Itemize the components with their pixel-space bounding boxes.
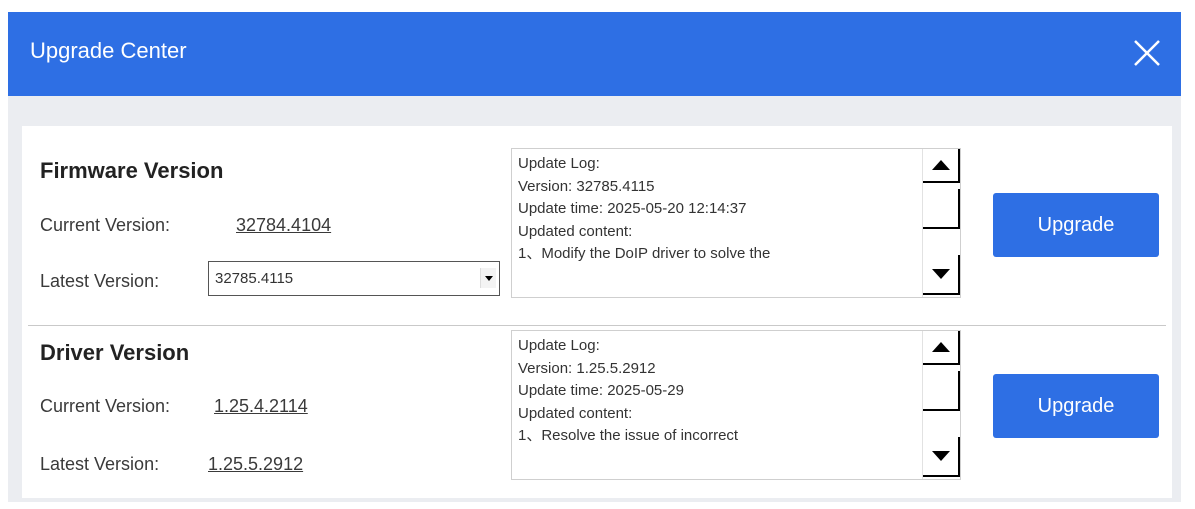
- firmware-log-scrollbar[interactable]: [922, 149, 960, 297]
- log-line: Update time: 2025-05-20 12:14:37: [518, 200, 747, 217]
- log-line: 1、Modify the DoIP driver to solve the: [518, 245, 771, 262]
- firmware-log-lines: Update Log: Version: 32785.4115 Update t…: [518, 153, 770, 266]
- log-line: Version: 1.25.5.2912: [518, 359, 656, 377]
- firmware-title: Firmware Version: [40, 158, 224, 183]
- driver-log-lines: Update Log: Version: 1.25.5.2912 Update …: [518, 335, 738, 448]
- chevron-down-icon[interactable]: [480, 268, 496, 288]
- driver-section: Driver Version Current Version: 1.25.4.2…: [22, 316, 1172, 486]
- close-icon: [1134, 40, 1160, 66]
- scroll-thumb[interactable]: [923, 189, 960, 229]
- firmware-latest-selected: 32785.4115: [215, 270, 294, 287]
- scroll-up-arrow-icon[interactable]: [923, 331, 960, 365]
- log-line: Update Log:: [518, 155, 600, 172]
- upgrade-center-dialog: Upgrade Center Firmware Version Current …: [8, 12, 1181, 502]
- driver-title: Driver Version: [40, 340, 190, 365]
- driver-upgrade-button[interactable]: Upgrade: [993, 374, 1159, 438]
- firmware-latest-select[interactable]: 32785.4115: [208, 261, 500, 296]
- log-line: Updated content:: [518, 404, 633, 422]
- log-line: Update Log:: [518, 337, 600, 354]
- log-line: Updated content:: [518, 222, 633, 240]
- log-line: 1、Resolve the issue of incorrect: [518, 427, 739, 444]
- driver-latest-value: 1.25.5.2912: [208, 454, 304, 474]
- firmware-current-label: Current Version:: [40, 215, 171, 235]
- scroll-down-arrow-icon[interactable]: [923, 437, 960, 477]
- log-line: Update time: 2025-05-29: [518, 382, 684, 399]
- firmware-update-log[interactable]: Update Log: Version: 32785.4115 Update t…: [511, 148, 961, 298]
- driver-current-value: 1.25.4.2114: [214, 396, 308, 416]
- firmware-current-value: 32784.4104: [236, 215, 332, 235]
- firmware-latest-label: Latest Version:: [40, 271, 160, 291]
- scroll-thumb[interactable]: [923, 371, 960, 411]
- window-title: Upgrade Center: [30, 38, 187, 63]
- driver-update-log[interactable]: Update Log: Version: 1.25.5.2912 Update …: [511, 330, 961, 480]
- scroll-up-arrow-icon[interactable]: [923, 149, 960, 183]
- driver-log-scrollbar[interactable]: [922, 331, 960, 479]
- firmware-section: Firmware Version Current Version: 32784.…: [22, 126, 1172, 298]
- close-button[interactable]: [1130, 36, 1164, 70]
- firmware-upgrade-button[interactable]: Upgrade: [993, 193, 1159, 257]
- driver-current-label: Current Version:: [40, 396, 171, 416]
- driver-latest-label: Latest Version:: [40, 454, 160, 474]
- upgrade-panel: Firmware Version Current Version: 32784.…: [22, 126, 1172, 498]
- scroll-down-arrow-icon[interactable]: [923, 255, 960, 295]
- log-line: Version: 32785.4115: [518, 177, 655, 195]
- title-bar: Upgrade Center: [8, 12, 1181, 96]
